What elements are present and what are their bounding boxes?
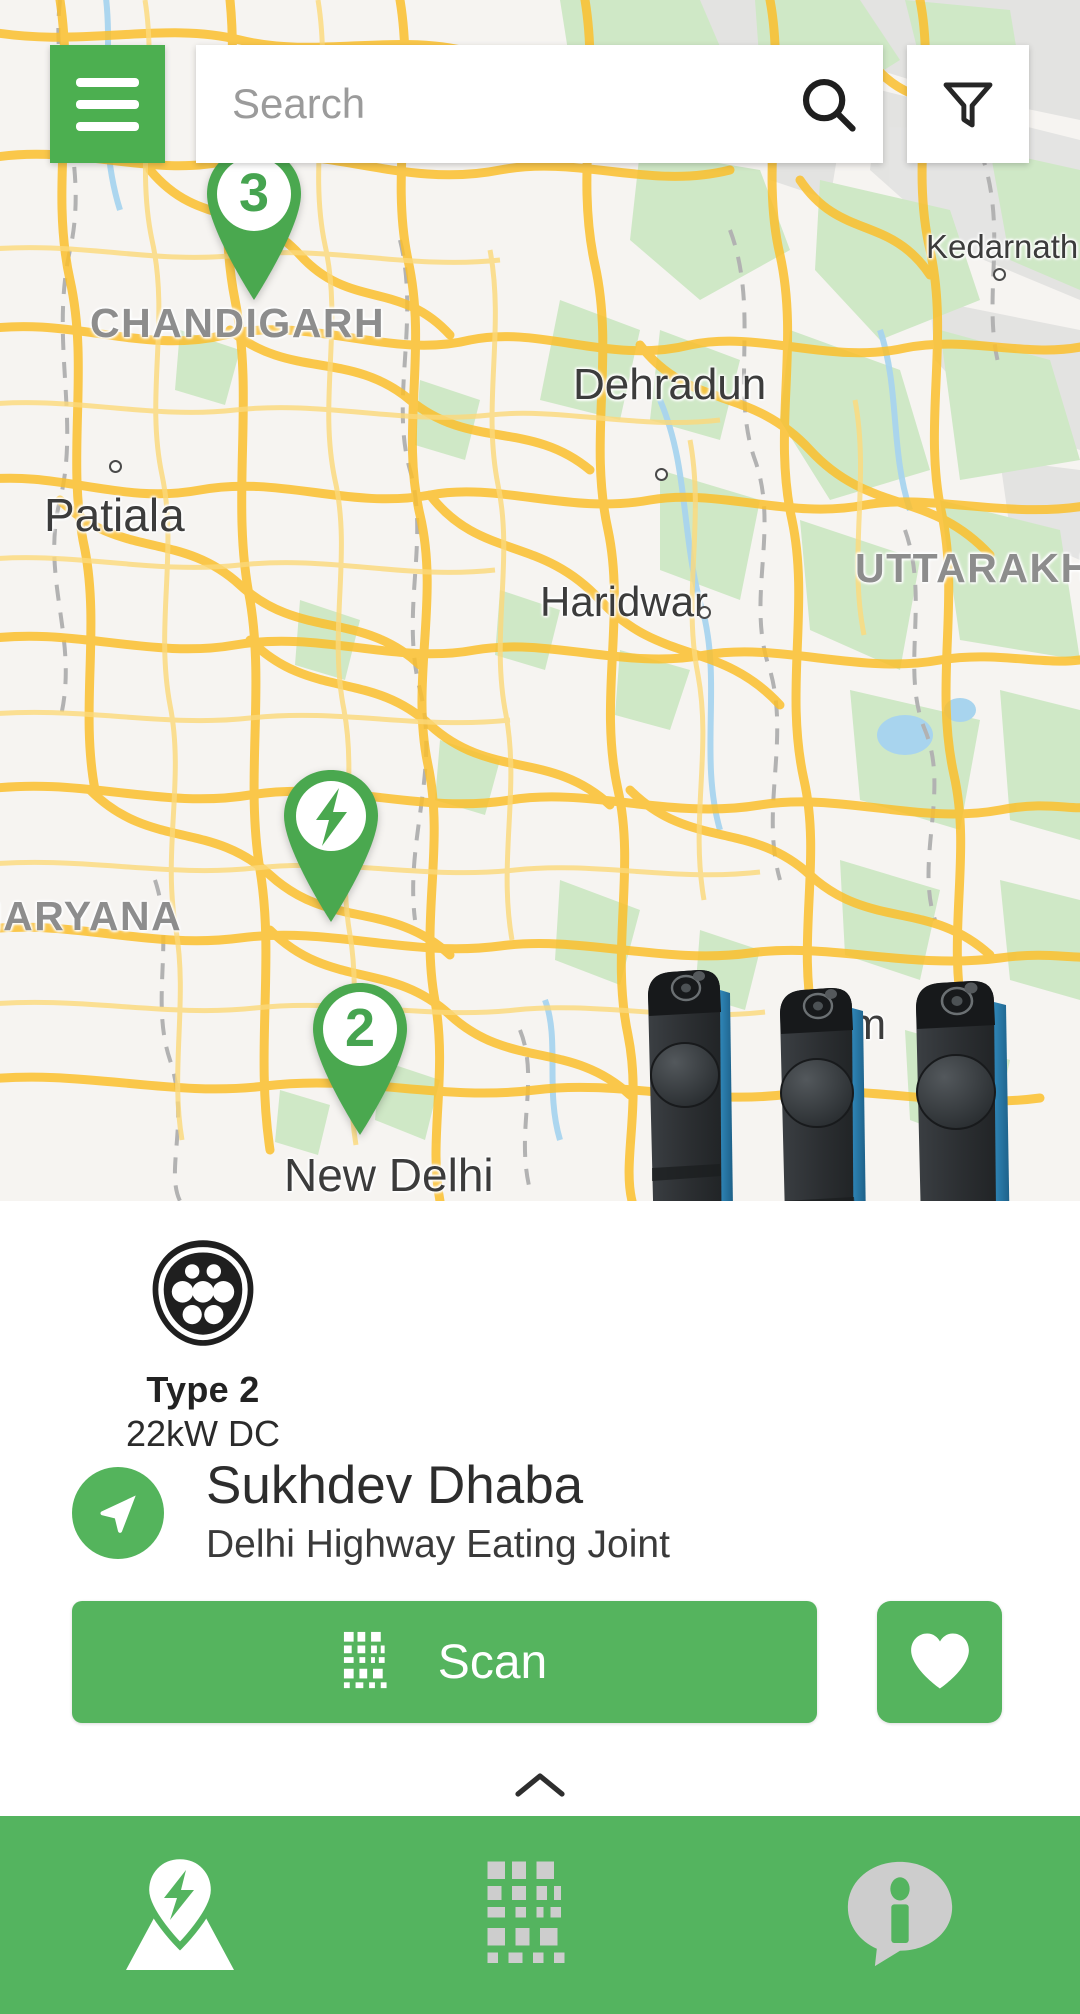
bottom-navigation [0, 1816, 1080, 2014]
hamburger-line [76, 99, 139, 109]
qr-code-icon [342, 1630, 404, 1695]
chevron-up-icon [512, 1770, 568, 1807]
map-city-dot [655, 468, 668, 481]
connector-type-label: Type 2 [146, 1369, 260, 1410]
info-bubble-icon [841, 1858, 959, 1973]
map-pin-cluster-2[interactable]: 2 [295, 975, 425, 1145]
place-text: Sukhdev Dhaba Delhi Highway Eating Joint [206, 1456, 670, 1570]
filter-button[interactable] [907, 45, 1029, 163]
search-icon[interactable] [773, 73, 883, 135]
map-pin-charger[interactable] [266, 762, 396, 932]
map-city-dot [993, 268, 1006, 281]
heart-icon [907, 1630, 973, 1695]
search-bar[interactable] [196, 45, 883, 163]
nav-info-button[interactable] [720, 1816, 1080, 2014]
filter-funnel-icon [937, 72, 999, 137]
place-subtitle: Delhi Highway Eating Joint [206, 1523, 670, 1566]
station-detail-card: Type 2 22kW DC Sukhdev Dhaba Delhi Highw… [0, 1201, 1080, 1816]
hamburger-line [76, 77, 139, 87]
navigation-arrow-icon[interactable] [72, 1467, 164, 1559]
qr-code-icon [484, 1858, 596, 1973]
map-pin-count: 2 [344, 998, 376, 1058]
action-row: Scan [0, 1601, 1080, 1731]
type2-connector-icon [152, 1240, 254, 1346]
hamburger-line [76, 121, 139, 131]
expand-card-handle[interactable] [0, 1761, 1080, 1816]
app-root: Kedarnath CHANDIGARH Dehradun Patiala UTTARA… [0, 0, 1080, 2014]
scan-button-label: Scan [437, 1635, 548, 1689]
map-city-dot [698, 606, 711, 619]
nav-scan-button[interactable] [360, 1816, 720, 2014]
map-city-dot [109, 460, 122, 473]
connector-info: Type 2 22kW DC [78, 1233, 328, 1455]
connector-power-label: 22kW DC [125, 1413, 281, 1454]
search-input[interactable] [196, 80, 773, 128]
top-bar [0, 0, 1080, 210]
hamburger-menu-button[interactable] [50, 45, 165, 163]
favorite-button[interactable] [877, 1601, 1002, 1723]
map-charger-pin-icon [114, 1852, 246, 1977]
nav-map-button[interactable] [0, 1816, 360, 2014]
place-info[interactable]: Sukhdev Dhaba Delhi Highway Eating Joint [72, 1456, 670, 1570]
scan-button[interactable]: Scan [72, 1601, 817, 1723]
place-name: Sukhdev Dhaba [206, 1456, 584, 1515]
